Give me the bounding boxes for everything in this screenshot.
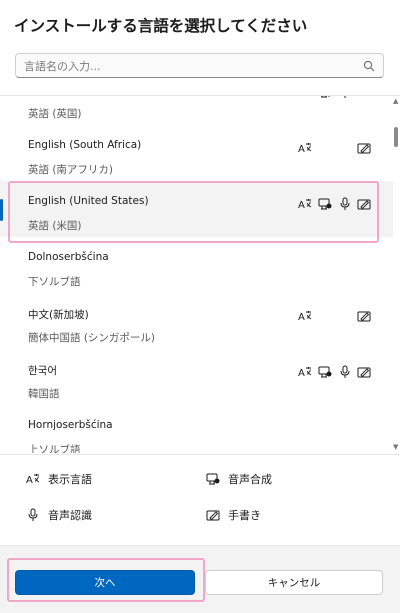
handwriting-icon <box>357 197 371 211</box>
microphone-icon <box>338 365 352 379</box>
speech-icon <box>318 96 332 99</box>
list-item-selected[interactable]: English (United States) 英語 (米国) A <box>0 181 393 237</box>
handwriting-icon <box>357 141 371 155</box>
display-language-icon: A <box>298 95 312 99</box>
svg-text:A: A <box>298 95 305 99</box>
microphone-icon <box>28 508 38 521</box>
search-box[interactable] <box>15 53 384 78</box>
install-language-dialog: インストールする言語を選択してください 英語 (英国) A <box>0 0 400 613</box>
next-button[interactable]: 次へ <box>15 570 195 595</box>
svg-text:A: A <box>298 312 305 323</box>
display-language-icon: A <box>298 365 312 379</box>
list-scrollbar[interactable]: ▲ ▼ <box>392 95 400 453</box>
legend-label: 音声合成 <box>228 473 272 486</box>
microphone-icon <box>338 197 352 211</box>
language-name: 中文(新加坡) <box>28 309 89 321</box>
speech-icon <box>206 473 220 485</box>
handwriting-icon <box>357 309 371 323</box>
svg-text:A: A <box>298 368 305 379</box>
list-item[interactable]: Hornjoserbšćina 上ソルブ語 <box>0 405 393 453</box>
legend-label: 手書き <box>228 509 261 522</box>
display-language-icon: A <box>26 474 40 486</box>
search-input[interactable] <box>24 57 354 75</box>
list-item[interactable]: 英語 (英国) A <box>0 95 393 125</box>
language-name: English (United States) <box>28 195 149 207</box>
speech-icon <box>318 197 332 211</box>
language-name: Hornjoserbšćina <box>28 419 113 431</box>
list-item[interactable]: 한국어 韓国語 A <box>0 349 393 405</box>
dialog-title: インストールする言語を選択してください <box>14 17 308 35</box>
language-name: English (South Africa) <box>28 139 142 151</box>
svg-text:A: A <box>26 475 33 486</box>
microphone-icon <box>338 96 352 99</box>
display-language-icon: A <box>298 141 312 155</box>
language-native-name: 下ソルブ語 <box>28 276 81 288</box>
list-item[interactable]: 中文(新加坡) 簡体中国語 (シンガポール) A <box>0 293 393 349</box>
search-icon[interactable] <box>363 60 375 72</box>
list-item[interactable]: Dolnoserbšćina 下ソルブ語 <box>0 237 393 293</box>
language-native-name: 簡体中国語 (シンガポール) <box>28 332 156 344</box>
language-native-name: 英語 (英国) <box>28 108 82 120</box>
language-native-name: 韓国語 <box>28 388 60 400</box>
legend-label: 表示言語 <box>48 473 92 486</box>
legend-label: 音声認識 <box>48 509 92 522</box>
language-native-name: 英語 (米国) <box>28 220 82 232</box>
scroll-down-arrow-icon[interactable]: ▼ <box>393 443 398 451</box>
legend-divider <box>0 454 400 455</box>
handwriting-icon <box>357 365 371 379</box>
language-native-name: 上ソルブ語 <box>28 444 81 453</box>
selection-indicator <box>0 199 3 221</box>
dialog-footer: 次へ キャンセル <box>0 545 400 613</box>
list-item[interactable]: English (South Africa) 英語 (南アフリカ) A <box>0 125 393 181</box>
scroll-up-arrow-icon[interactable]: ▲ <box>393 97 398 105</box>
scrollbar-thumb[interactable] <box>394 127 398 147</box>
cancel-button[interactable]: キャンセル <box>205 570 383 595</box>
speech-icon <box>318 365 332 379</box>
language-list[interactable]: 英語 (英国) A English (South Africa) 英語 (南アフ… <box>0 95 400 453</box>
display-language-icon: A <box>298 309 312 323</box>
handwriting-icon <box>206 510 220 521</box>
display-language-icon: A <box>298 197 312 211</box>
language-name: Dolnoserbšćina <box>28 251 109 263</box>
svg-text:A: A <box>298 200 305 211</box>
language-native-name: 英語 (南アフリカ) <box>28 164 114 176</box>
svg-text:A: A <box>298 144 305 155</box>
language-name: 한국어 <box>28 365 57 377</box>
